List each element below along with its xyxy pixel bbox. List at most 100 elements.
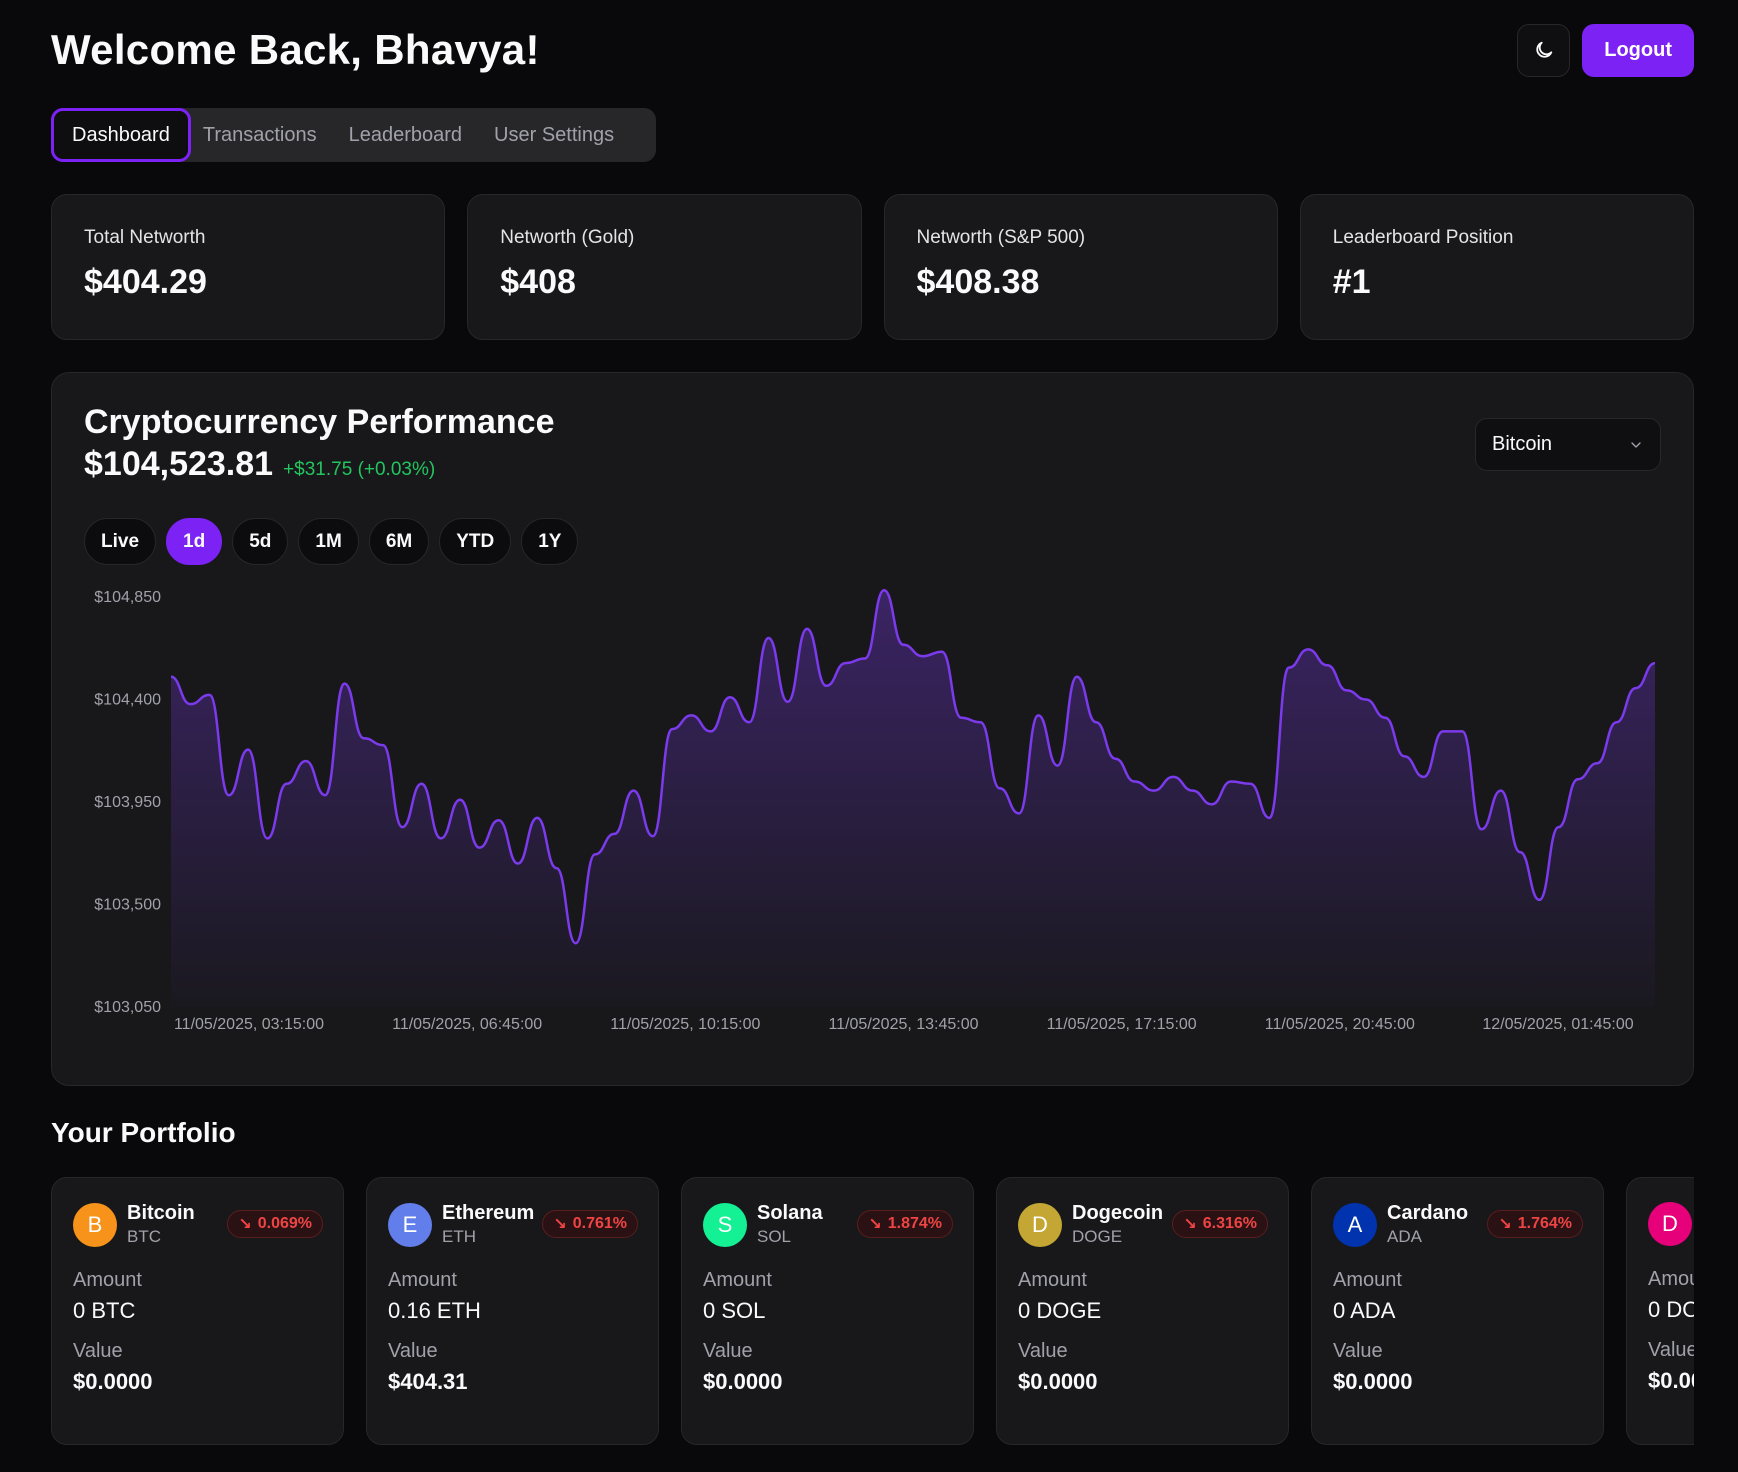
stat-card-networth-gold: Networth (Gold) $408 — [467, 194, 862, 340]
price-row: $104,523.81 +$31.75 (+0.03%) — [84, 445, 435, 484]
coin-symbol: BTC — [127, 1227, 161, 1246]
portfolio-coin-card[interactable]: B Bitcoin BTC ↘ 0.069% Amount 0 BTC Value $0.000… — [51, 1177, 344, 1445]
coin-change-badge: ↘ 0.069% — [227, 1210, 323, 1238]
coin-value-label: Value — [1333, 1340, 1383, 1362]
coin-amount-label: Amount — [703, 1269, 772, 1291]
x-tick-label: 11/05/2025, 03:15:00 — [174, 1016, 324, 1033]
stats-row: Total Networth $404.29 Networth (Gold) $… — [51, 194, 1694, 340]
arrow-down-right-icon: ↘ — [1498, 1216, 1512, 1233]
moon-icon — [1536, 41, 1552, 58]
portfolio-coin-card[interactable]: E Ethereum ETH ↘ 0.761% Amount 0.16 ETH Value $4… — [366, 1177, 659, 1445]
x-tick-label: 11/05/2025, 10:15:00 — [610, 1016, 760, 1033]
coin-amount-label: Amount — [73, 1269, 142, 1291]
coin-change-badge: ↘ 1.874% — [857, 1210, 953, 1238]
coin-title-block: Solana SOL — [757, 1202, 823, 1247]
logout-button[interactable]: Logout — [1582, 23, 1694, 77]
stat-label: Total Networth — [84, 227, 206, 248]
stat-label: Networth (Gold) — [500, 227, 635, 248]
x-tick-label: 11/05/2025, 17:15:00 — [1047, 1016, 1197, 1033]
stat-value: #1 — [1332, 263, 1371, 301]
coin-value: $0.0000 — [1333, 1369, 1413, 1394]
stat-value: $404.29 — [84, 263, 207, 301]
coin-amount: 0 BTC — [73, 1298, 136, 1323]
crypto-chart-card: $104,850 $104,400 $103,950 $103,500 $103,050… — [51, 372, 1694, 1086]
chevron-down-icon — [1631, 441, 1641, 448]
range-ytd-button[interactable]: YTD — [439, 518, 512, 565]
coin-amount-label: Amount — [1018, 1269, 1087, 1291]
coin-avatar: B — [73, 1202, 117, 1247]
arrow-down-right-icon: ↘ — [868, 1216, 882, 1233]
coin-amount-label: Amount — [1648, 1268, 1694, 1290]
portfolio-coin-card[interactable]: D Amount 0 DOT Value $0.0000 — [1626, 1177, 1694, 1445]
range-selector: Live 1d 5d 1M 6M YTD 1Y — [84, 518, 579, 565]
y-tick-label: $103,500 — [94, 897, 161, 914]
y-tick-label: $103,950 — [94, 794, 161, 811]
stat-label: Networth (S&P 500) — [916, 227, 1086, 248]
x-tick-label: 11/05/2025, 06:45:00 — [392, 1016, 542, 1033]
range-6m-button[interactable]: 6M — [368, 518, 430, 565]
range-5d-button[interactable]: 5d — [232, 518, 289, 565]
chart-title: Cryptocurrency Performance — [84, 403, 555, 441]
portfolio-coin-card[interactable]: D Dogecoin DOGE ↘ 6.316% Amount 0 DOGE Value $0.… — [996, 1177, 1289, 1445]
welcome-title: Welcome Back, Bhavya! — [51, 26, 540, 73]
coin-title-block: Ethereum ETH — [442, 1202, 534, 1247]
coin-change-value: 1.874% — [887, 1215, 942, 1232]
coin-select-dropdown[interactable]: Bitcoin — [1475, 418, 1661, 471]
x-tick-label: 11/05/2025, 20:45:00 — [1265, 1016, 1415, 1033]
stat-card-leaderboard-position: Leaderboard Position #1 — [1299, 194, 1694, 340]
coin-select-value: Bitcoin — [1492, 433, 1553, 455]
coin-value-label: Value — [1648, 1339, 1694, 1361]
stat-label: Leaderboard Position — [1332, 227, 1514, 248]
coin-name: Cardano — [1387, 1202, 1469, 1224]
stat-value: $408.38 — [916, 263, 1040, 301]
theme-toggle-button[interactable] — [1517, 23, 1571, 77]
coin-title-block: Dogecoin DOGE — [1072, 1202, 1163, 1247]
portfolio-row: B Bitcoin BTC ↘ 0.069% Amount 0 BTC Value $0.000… — [51, 1177, 1694, 1445]
coin-change-badge: ↘ 6.316% — [1172, 1210, 1268, 1238]
coin-value: $0.0000 — [703, 1369, 783, 1394]
header: Welcome Back, Bhavya! Logout — [51, 20, 1694, 80]
coin-change-badge: ↘ 1.764% — [1487, 1210, 1583, 1238]
portfolio-coin-card[interactable]: A Cardano ADA ↘ 1.764% Amount 0 ADA Value $0.000… — [1311, 1177, 1604, 1445]
coin-avatar: D — [1018, 1202, 1062, 1247]
coin-title-block: Cardano ADA — [1387, 1202, 1468, 1247]
y-tick-label: $104,850 — [94, 589, 161, 606]
coin-amount-label: Amount — [1333, 1269, 1402, 1291]
y-tick-label: $104,400 — [94, 692, 161, 709]
current-price: $104,523.81 — [84, 445, 274, 483]
coin-change-value: 1.764% — [1517, 1215, 1572, 1232]
range-1m-button[interactable]: 1M — [298, 518, 359, 565]
coin-symbol: DOGE — [1072, 1227, 1123, 1246]
coin-change-badge: ↘ 0.761% — [542, 1210, 638, 1238]
portfolio-coin-card[interactable]: S Solana SOL ↘ 1.874% Amount 0 SOL Value $0.0000 — [681, 1177, 974, 1445]
price-change: +$31.75 (+0.03%) — [283, 459, 436, 480]
tab-leaderboard[interactable]: Leaderboard — [337, 108, 482, 162]
x-tick-label: 11/05/2025, 13:45:00 — [828, 1016, 978, 1033]
coin-change-value: 6.316% — [1202, 1215, 1257, 1232]
coin-avatar: A — [1333, 1202, 1377, 1247]
coin-value-label: Value — [388, 1340, 438, 1362]
tab-transactions[interactable]: Transactions — [191, 108, 337, 162]
coin-value-label: Value — [1018, 1340, 1068, 1362]
coin-value: $0.0000 — [73, 1369, 153, 1394]
main-tabs: Dashboard Transactions Leaderboard User … — [51, 108, 657, 162]
coin-symbol: ETH — [442, 1227, 476, 1246]
coin-amount: 0 DOGE — [1018, 1298, 1102, 1323]
tab-user-settings[interactable]: User Settings — [482, 108, 634, 162]
stat-value: $408 — [500, 263, 576, 301]
stat-card-networth-sp500: Networth (S&P 500) $408.38 — [883, 194, 1278, 340]
x-tick-label: 12/05/2025, 01:45:00 — [1482, 1016, 1633, 1033]
tab-dashboard[interactable]: Dashboard — [51, 108, 191, 162]
coin-value: $0.0000 — [1018, 1369, 1098, 1394]
range-live-button[interactable]: Live — [84, 518, 157, 565]
arrow-down-right-icon: ↘ — [238, 1216, 252, 1233]
range-1y-button[interactable]: 1Y — [521, 518, 579, 565]
stat-card-total-networth: Total Networth $404.29 — [51, 194, 446, 340]
coin-header: D — [1648, 1202, 1694, 1246]
portfolio-scroller[interactable]: B Bitcoin BTC ↘ 0.069% Amount 0 BTC Value $0.000… — [51, 1177, 1694, 1447]
coin-change-value: 0.761% — [572, 1215, 627, 1232]
coin-value: $404.31 — [388, 1369, 468, 1394]
range-1d-button[interactable]: 1d — [166, 518, 223, 565]
coin-avatar: D — [1648, 1202, 1692, 1246]
header-actions: Logout — [1517, 23, 1694, 77]
